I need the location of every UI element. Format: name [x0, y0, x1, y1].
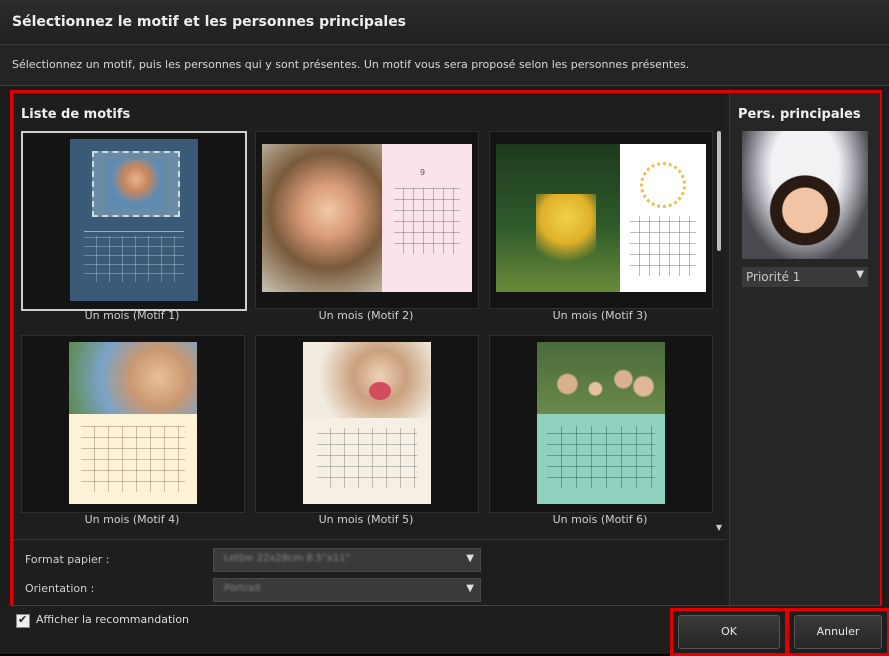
scroll-down-icon[interactable]: ▼	[715, 523, 723, 532]
calendar-grid	[84, 231, 184, 284]
orientation-value: Portrait	[224, 583, 261, 594]
motif-tile-4[interactable]	[21, 335, 245, 513]
motif-label-1: Un mois (Motif 1)	[84, 309, 180, 322]
settings-divider	[13, 539, 725, 540]
motif-list-heading: Liste de motifs	[21, 107, 131, 122]
motif-tile-2[interactable]: 9	[255, 131, 479, 309]
motif-thumbnail-5	[303, 342, 431, 504]
cancel-button[interactable]: Annuler	[794, 615, 882, 649]
dialog-title-bar: Sélectionnez le motif et les personnes p…	[0, 0, 889, 45]
ok-button[interactable]: OK	[678, 615, 780, 649]
dropdown-arrow-icon: ▼	[466, 553, 474, 564]
orientation-select[interactable]: Portrait ▼	[213, 578, 481, 602]
motif-grid: Un mois (Motif 1) 9 Un mois (Motif 2) Un…	[21, 131, 713, 537]
motif-thumbnail-2: 9	[262, 144, 472, 292]
main-panel: Liste de motifs Un mois (Motif 1) 9 Un m…	[10, 90, 882, 608]
motif-thumbnail-1	[70, 139, 198, 301]
person-photo[interactable]	[742, 131, 868, 259]
motif-tile-5[interactable]	[255, 335, 479, 513]
priority-select[interactable]: Priorité 1 ▼	[742, 267, 868, 287]
motif-tile-6[interactable]	[489, 335, 713, 513]
dialog-title: Sélectionnez le motif et les personnes p…	[12, 14, 407, 30]
recommend-label: Afficher la recommandation	[36, 613, 190, 626]
paper-format-label: Format papier :	[25, 553, 110, 566]
motif-panel: Liste de motifs Un mois (Motif 1) 9 Un m…	[13, 93, 725, 605]
dropdown-arrow-icon: ▼	[856, 269, 864, 280]
motif-thumbnail-3	[496, 144, 706, 292]
orientation-label: Orientation :	[25, 582, 95, 595]
instructions-text: Sélectionnez un motif, puis les personne…	[12, 58, 690, 71]
paper-format-value: Lettre 22x28cm 8.5"x11"	[224, 553, 351, 564]
scrollbar-thumb[interactable]	[717, 131, 721, 251]
priority-value: Priorité 1	[746, 270, 801, 284]
people-heading: Pers. principales	[738, 107, 861, 122]
dropdown-arrow-icon: ▼	[466, 583, 474, 594]
motif-tile-3[interactable]	[489, 131, 713, 309]
calendar-month: 9	[420, 168, 426, 177]
motif-label-5: Un mois (Motif 5)	[318, 513, 414, 526]
motif-tile-1[interactable]	[21, 131, 247, 311]
motif-label-4: Un mois (Motif 4)	[84, 513, 180, 526]
people-panel: Pers. principales Priorité 1 ▼	[729, 93, 880, 605]
photo-frame	[92, 151, 180, 217]
paper-format-select[interactable]: Lettre 22x28cm 8.5"x11" ▼	[213, 548, 481, 572]
dialog-window: Sélectionnez le motif et les personnes p…	[0, 0, 889, 656]
motif-label-6: Un mois (Motif 6)	[552, 513, 648, 526]
recommend-checkbox[interactable]	[16, 613, 30, 628]
motif-label-3: Un mois (Motif 3)	[552, 309, 648, 322]
motif-thumbnail-6	[537, 342, 665, 504]
motif-thumbnail-4	[69, 342, 197, 504]
instructions-bar: Sélectionnez un motif, puis les personne…	[0, 45, 889, 86]
motif-scrollbar[interactable]: ▼	[715, 131, 723, 535]
motif-label-2: Un mois (Motif 2)	[318, 309, 414, 322]
